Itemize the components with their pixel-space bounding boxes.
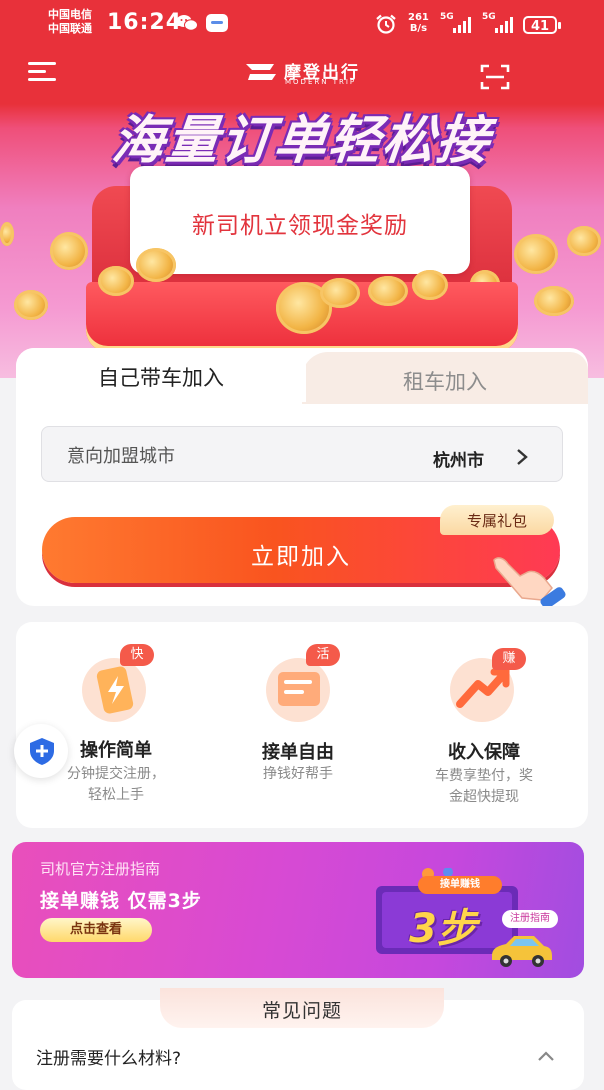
status-bar: 中国电信 中国联通 16:24 261 B/s 5G 5G 41 [0, 0, 604, 48]
feature-desc-free: 挣钱好帮手 [263, 766, 333, 782]
coin-icon [0, 222, 14, 246]
net-speed-unit: B/s [409, 23, 428, 34]
chevron-up-icon[interactable] [537, 1050, 555, 1062]
guide-title: 接单赚钱 仅需3步 [40, 890, 202, 912]
signal-bars-icon [495, 17, 513, 33]
coin-icon [412, 270, 448, 300]
coin-icon [136, 248, 176, 282]
gift-package-label: 专属礼包 [466, 512, 527, 530]
reward-ticket-text: 新司机立领现金奖励 [192, 213, 408, 239]
pointing-hand-icon [493, 557, 566, 606]
alarm-icon [376, 14, 396, 34]
brand-mark-icon [246, 64, 276, 80]
menu-icon[interactable] [28, 62, 58, 84]
battery-indicator: 41 [523, 16, 561, 34]
tab-rent-car-label[interactable]: 租车加入 [302, 366, 588, 396]
scan-icon[interactable] [480, 63, 510, 91]
carrier-info: 中国电信 中国联通 [48, 8, 92, 36]
feature-title-income: 收入保障 [448, 742, 520, 763]
brand-name-en: MODERN TRIP [285, 78, 357, 86]
coin-icon [368, 276, 408, 306]
coin-icon [567, 226, 601, 256]
signal-bars-icon [453, 17, 471, 33]
status-time: 16:24 [107, 10, 183, 35]
coin-icon [514, 234, 558, 274]
car-icon [492, 936, 552, 967]
faq-question-item[interactable]: 注册需要什么材料? [36, 1044, 181, 1069]
city-selector-value[interactable]: 杭州市 [433, 446, 484, 471]
net-speed-value: 261 [408, 12, 429, 23]
coin-icon [50, 232, 88, 270]
coin-icon [98, 266, 134, 296]
coin-icon [320, 278, 360, 308]
wechat-icon [176, 15, 198, 31]
brand-logo: 摩登出行 MODERN TRIP [244, 58, 384, 90]
carrier-2: 中国联通 [48, 22, 92, 35]
coin-icon [14, 290, 48, 320]
tab-own-car-label[interactable]: 自己带车加入 [16, 362, 306, 392]
feature-desc-simple-2: 轻松上手 [88, 787, 144, 803]
view-guide-button[interactable]: 点击查看 [40, 918, 152, 942]
city-selector-label: 意向加盟城市 [67, 446, 175, 467]
shield-icon[interactable] [28, 736, 56, 766]
steps-chip: 接单赚钱 [418, 876, 502, 894]
guide-tag: 注册指南 [502, 910, 558, 928]
feature-tag-earn: 赚 [492, 648, 526, 670]
steps-big-text: 3步 [409, 906, 477, 952]
faq-title: 常见问题 [261, 1000, 342, 1022]
feature-tag-flexible: 活 [306, 644, 340, 666]
message-icon [206, 14, 228, 32]
feature-desc-income-1: 车费享垫付，奖 [435, 768, 533, 784]
carrier-1: 中国电信 [48, 8, 92, 21]
coin-icon [534, 286, 574, 316]
chevron-right-icon[interactable] [515, 448, 529, 466]
guide-subtitle: 司机官方注册指南 [40, 860, 161, 878]
feature-desc-income-2: 金超快提现 [449, 789, 519, 805]
feature-title-free: 接单自由 [262, 742, 334, 763]
feature-tag-fast: 快 [120, 644, 154, 666]
net-speed: 261 B/s [408, 12, 429, 34]
join-now-button-label[interactable]: 立即加入 [42, 537, 560, 571]
hero-headline: 海量订单轻松接 [109, 111, 494, 171]
